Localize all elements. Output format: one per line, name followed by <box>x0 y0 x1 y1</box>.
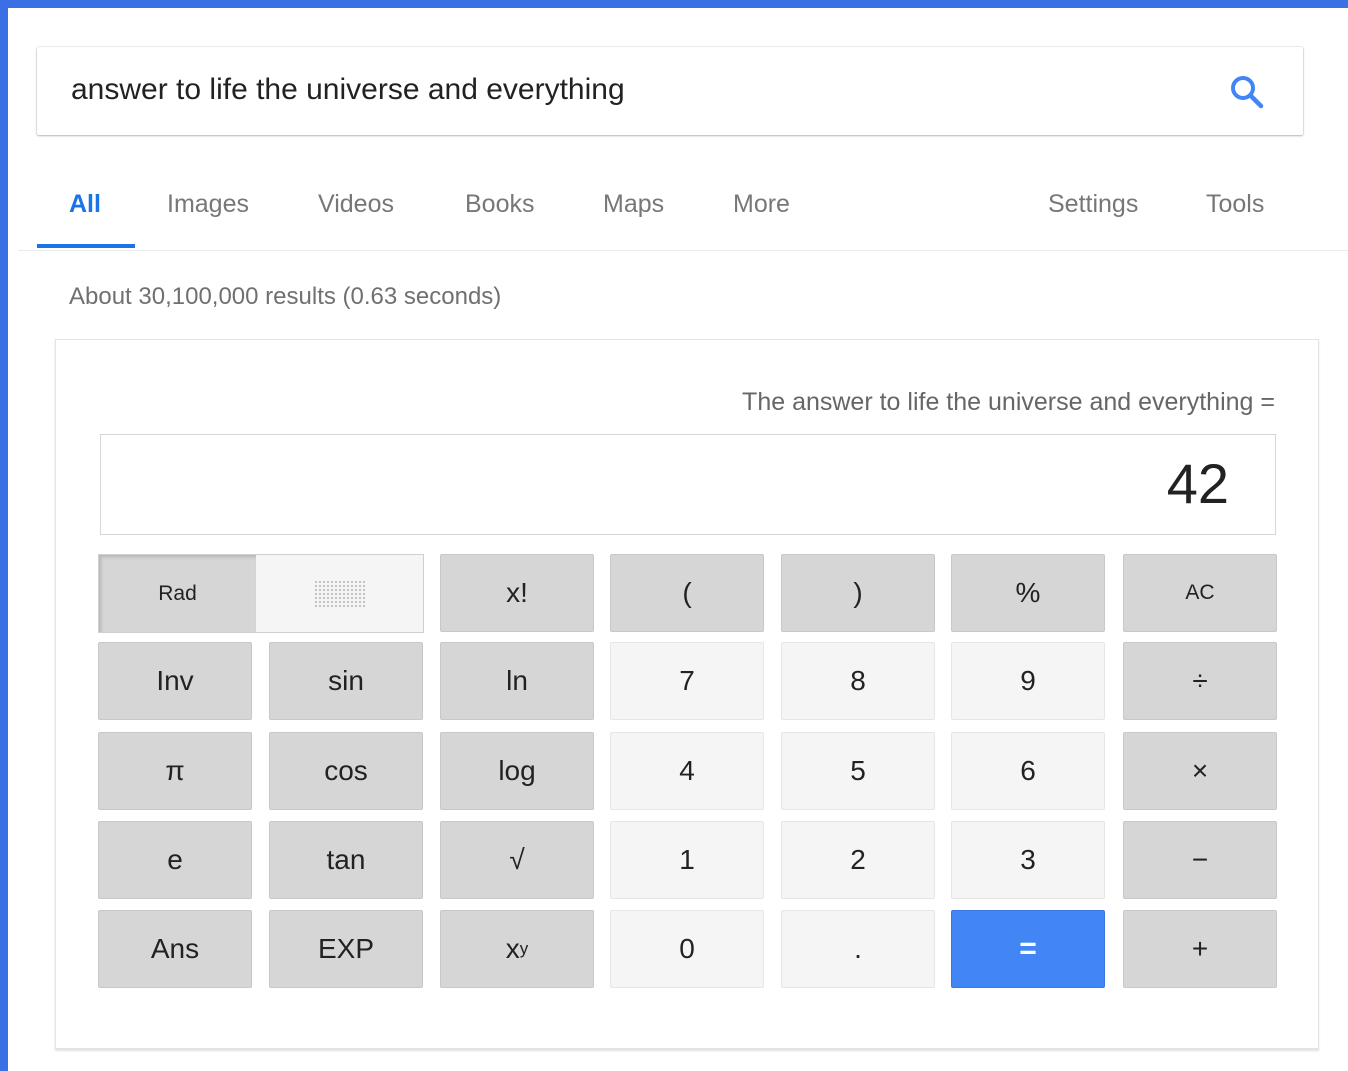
tab-all[interactable]: All <box>69 190 101 219</box>
digit-2-key[interactable]: 2 <box>781 821 935 899</box>
search-box[interactable]: answer to life the universe and everythi… <box>37 47 1303 135</box>
tab-settings[interactable]: Settings <box>1048 190 1138 219</box>
sqrt-key[interactable]: √ <box>440 821 594 899</box>
search-icon[interactable] <box>1227 72 1267 112</box>
divide-key[interactable]: ÷ <box>1123 642 1277 720</box>
pi-key[interactable]: π <box>98 732 252 810</box>
digit-8-key[interactable]: 8 <box>781 642 935 720</box>
calculator-result: 42 <box>1166 452 1229 515</box>
power-key-exponent: y <box>519 939 529 958</box>
tab-more[interactable]: More <box>733 190 790 219</box>
deg-button[interactable] <box>256 555 423 632</box>
tab-videos[interactable]: Videos <box>318 190 394 219</box>
active-tab-indicator <box>37 244 135 248</box>
ln-key[interactable]: ln <box>440 642 594 720</box>
results-stats: About 30,100,000 results (0.63 seconds) <box>69 283 502 310</box>
digit-0-key[interactable]: 0 <box>610 910 764 988</box>
power-key-base: x <box>505 933 520 964</box>
tab-images[interactable]: Images <box>167 190 249 219</box>
digit-1-key[interactable]: 1 <box>610 821 764 899</box>
factorial-key[interactable]: x! <box>440 554 594 632</box>
search-input[interactable]: answer to life the universe and everythi… <box>71 73 625 107</box>
digit-3-key[interactable]: 3 <box>951 821 1105 899</box>
plus-key[interactable]: + <box>1123 910 1277 988</box>
decimal-point-key[interactable]: . <box>781 910 935 988</box>
power-key[interactable]: xy <box>440 910 594 988</box>
open-paren-key[interactable]: ( <box>610 554 764 632</box>
log-key[interactable]: log <box>440 732 594 810</box>
tab-tools[interactable]: Tools <box>1206 190 1264 219</box>
all-clear-key[interactable]: AC <box>1123 554 1277 632</box>
cos-key[interactable]: cos <box>269 732 423 810</box>
search-tabs: All Images Videos Books Maps More Settin… <box>18 160 1348 251</box>
digit-6-key[interactable]: 6 <box>951 732 1105 810</box>
deg-label-blurred <box>313 579 366 608</box>
tab-maps[interactable]: Maps <box>603 190 664 219</box>
digit-9-key[interactable]: 9 <box>951 642 1105 720</box>
digit-4-key[interactable]: 4 <box>610 732 764 810</box>
tab-books[interactable]: Books <box>465 190 534 219</box>
equals-key[interactable]: = <box>951 910 1105 988</box>
euler-key[interactable]: e <box>98 821 252 899</box>
minus-key[interactable]: − <box>1123 821 1277 899</box>
calculator-expression: The answer to life the universe and ever… <box>742 388 1275 416</box>
digit-5-key[interactable]: 5 <box>781 732 935 810</box>
sin-key[interactable]: sin <box>269 642 423 720</box>
close-paren-key[interactable]: ) <box>781 554 935 632</box>
rad-button[interactable]: Rad <box>99 555 256 632</box>
exp-key[interactable]: EXP <box>269 910 423 988</box>
percent-key[interactable]: % <box>951 554 1105 632</box>
window-frame-top <box>0 0 1348 8</box>
calculator-display: 42 <box>100 434 1276 535</box>
inverse-key[interactable]: Inv <box>98 642 252 720</box>
calculator-card: The answer to life the universe and ever… <box>55 339 1319 1049</box>
digit-7-key[interactable]: 7 <box>610 642 764 720</box>
tan-key[interactable]: tan <box>269 821 423 899</box>
answer-key[interactable]: Ans <box>98 910 252 988</box>
multiply-key[interactable]: × <box>1123 732 1277 810</box>
window-frame-left <box>0 0 8 1071</box>
angle-mode-toggle[interactable]: Rad <box>98 554 424 633</box>
